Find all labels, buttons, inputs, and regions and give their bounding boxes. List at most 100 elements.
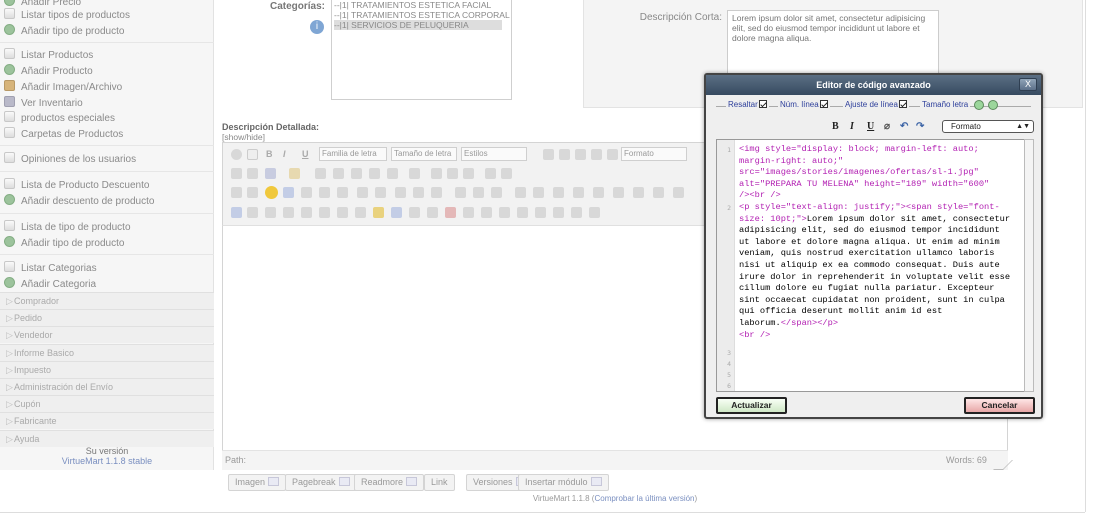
outdent-icon[interactable] xyxy=(315,168,326,179)
sidebar-section[interactable]: ▷Pedido xyxy=(0,309,214,327)
erase-icon[interactable] xyxy=(533,187,544,198)
frame-icon[interactable] xyxy=(463,207,474,218)
visual-aid-icon[interactable] xyxy=(633,187,644,198)
omega-icon[interactable] xyxy=(515,187,526,198)
check-version-link[interactable]: Comprobar la última versión xyxy=(594,494,694,503)
abbr-icon[interactable] xyxy=(301,207,312,218)
direction-icon[interactable] xyxy=(231,207,242,218)
sidebar-item[interactable]: Lista de Producto Descuento xyxy=(4,178,149,194)
image-button[interactable]: Imagen xyxy=(228,474,287,491)
image-icon[interactable] xyxy=(283,187,294,198)
block-icon[interactable] xyxy=(481,207,492,218)
superscript-icon[interactable] xyxy=(413,187,424,198)
clean-icon[interactable] xyxy=(673,187,684,198)
paste-icon[interactable] xyxy=(463,168,474,179)
style-icon[interactable] xyxy=(283,207,294,218)
font-family-select[interactable]: Familia de letra xyxy=(319,147,387,161)
format-select[interactable]: Formato ▲▼ xyxy=(942,120,1034,133)
show-hide-link[interactable]: [show/hide] xyxy=(222,132,265,142)
highlight-option[interactable]: Resaltar xyxy=(726,100,769,109)
align-right-icon[interactable] xyxy=(591,149,602,160)
text-color-icon[interactable] xyxy=(265,168,276,179)
eraser-icon[interactable]: ⌀ xyxy=(884,121,890,132)
sidebar-section[interactable]: ▷Fabricante xyxy=(0,412,214,430)
table-icon[interactable] xyxy=(357,187,368,198)
pagebreak-icon[interactable] xyxy=(409,207,420,218)
div-icon[interactable] xyxy=(535,207,546,218)
edit-icon[interactable] xyxy=(319,187,330,198)
sidebar-item[interactable]: Añadir tipo de producto xyxy=(4,24,124,40)
cleanup-icon[interactable] xyxy=(501,168,512,179)
bold-icon[interactable]: B xyxy=(266,147,273,161)
save-icon[interactable] xyxy=(553,207,564,218)
category-option[interactable]: --|1| TRATAMIENTOS ESTETICA CORPORAL xyxy=(334,10,510,20)
layer-icon[interactable] xyxy=(247,207,258,218)
checkbox-checked[interactable] xyxy=(819,100,828,108)
word-wrap-option[interactable]: Ajuste de línea xyxy=(843,100,909,109)
sidebar-item[interactable]: Listar Categorias xyxy=(4,261,97,277)
sidebar-item[interactable]: Añadir Imagen/Archivo xyxy=(4,80,122,96)
sidebar-section[interactable]: ▷Impuesto xyxy=(0,360,214,378)
short-description-textarea[interactable]: Lorem ipsum dolor sit amet, consectetur … xyxy=(727,10,939,80)
cancel-button[interactable]: Cancelar xyxy=(964,397,1035,414)
new-document-icon[interactable] xyxy=(247,149,258,160)
sidebar-item[interactable]: Opiniones de los usuarios xyxy=(4,152,136,168)
charmap-icon[interactable] xyxy=(491,187,502,198)
sidebar-section[interactable]: ▷Ayuda xyxy=(0,429,214,447)
categories-listbox[interactable]: --|1| TRATAMIENTOS ESTETICA FACIAL --|1|… xyxy=(331,0,512,100)
sidebar-item[interactable]: productos especiales xyxy=(4,111,115,127)
pagebreak-button[interactable]: Pagebreak xyxy=(285,474,357,491)
line-numbers-option[interactable]: Núm. línea xyxy=(778,100,830,109)
template2-icon[interactable] xyxy=(517,207,528,218)
font-size-select[interactable]: Tamaño de letra xyxy=(391,147,457,161)
undo-icon[interactable] xyxy=(351,168,362,179)
template-icon[interactable] xyxy=(337,187,348,198)
sidebar-item[interactable]: Listar Productos xyxy=(4,48,93,64)
align-center-icon[interactable] xyxy=(575,149,586,160)
readmore-button[interactable]: Readmore xyxy=(354,474,425,491)
link-icon[interactable] xyxy=(485,168,496,179)
insert-module-button[interactable]: Insertar módulo xyxy=(518,474,609,491)
category-option[interactable]: --|1| TRATAMIENTOS ESTETICA FACIAL xyxy=(334,0,491,10)
sidebar-item[interactable]: Listar tipos de productos xyxy=(4,8,130,24)
italic-icon[interactable]: I xyxy=(283,147,286,161)
sidebar-section[interactable]: ▷Informe Basico xyxy=(0,343,214,361)
code-textarea[interactable]: 1 2 3 4 5 6 <img style="display: block; … xyxy=(716,139,1034,392)
version-link[interactable]: VirtueMart 1.1.8 stable xyxy=(0,456,214,466)
media-icon[interactable] xyxy=(301,187,312,198)
print-icon[interactable] xyxy=(553,187,564,198)
sup-icon[interactable] xyxy=(473,187,484,198)
quote-icon[interactable] xyxy=(247,187,258,198)
undo-icon[interactable]: ↶ xyxy=(900,121,908,132)
spellcheck-icon[interactable] xyxy=(653,187,664,198)
strikethrough-icon[interactable] xyxy=(543,149,554,160)
sidebar-section[interactable]: ▷Administración del Envío xyxy=(0,378,214,395)
sidebar-item[interactable]: Añadir Producto xyxy=(4,64,93,80)
checkbox-checked[interactable] xyxy=(898,100,907,108)
delete-icon[interactable] xyxy=(355,207,366,218)
cite-icon[interactable] xyxy=(231,187,242,198)
checkbox-checked[interactable] xyxy=(758,100,767,108)
preview-icon[interactable] xyxy=(499,207,510,218)
help-icon[interactable] xyxy=(231,149,242,160)
sidebar-item[interactable]: Añadir Categoria xyxy=(4,277,96,293)
info-icon[interactable]: i xyxy=(310,20,324,34)
sidebar-section[interactable]: ▷Vendedor xyxy=(0,326,214,344)
fullscreen-icon[interactable] xyxy=(573,187,584,198)
sidebar-item[interactable]: Añadir tipo de producto xyxy=(4,236,124,252)
columns-icon[interactable] xyxy=(571,207,582,218)
indent-icon[interactable] xyxy=(333,168,344,179)
replace-icon[interactable] xyxy=(247,168,258,179)
redo-icon[interactable] xyxy=(369,168,380,179)
copy-icon[interactable] xyxy=(447,168,458,179)
sidebar-item[interactable]: Ver Inventario xyxy=(4,96,83,112)
attribs-icon[interactable] xyxy=(373,207,384,218)
dialog-title[interactable]: Editor de código avanzado xyxy=(706,75,1041,95)
numbered-list-icon[interactable] xyxy=(409,168,420,179)
subscript-icon[interactable] xyxy=(395,187,406,198)
styles-select[interactable]: Estilos xyxy=(461,147,527,161)
decrease-font-icon[interactable] xyxy=(988,100,998,110)
sidebar-section[interactable]: ▷Cupón xyxy=(0,395,214,413)
cut-icon[interactable] xyxy=(431,168,442,179)
sidebar-item[interactable]: Añadir descuento de producto xyxy=(4,194,154,210)
